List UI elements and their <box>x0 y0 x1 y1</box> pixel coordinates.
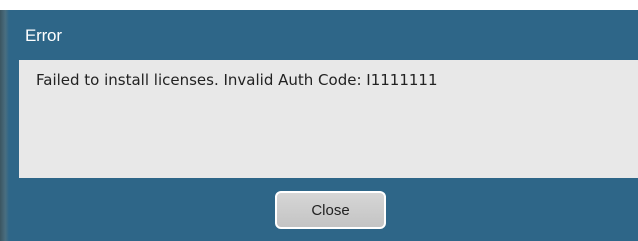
error-message: Failed to install licenses. Invalid Auth… <box>36 71 438 89</box>
message-panel: Failed to install licenses. Invalid Auth… <box>19 60 638 178</box>
dialog-title: Error <box>25 26 62 45</box>
dialog-edge-shadow <box>0 10 9 241</box>
error-dialog: Error Failed to install licenses. Invali… <box>0 10 638 241</box>
page-background <box>0 0 638 10</box>
close-button[interactable]: Close <box>275 191 386 229</box>
